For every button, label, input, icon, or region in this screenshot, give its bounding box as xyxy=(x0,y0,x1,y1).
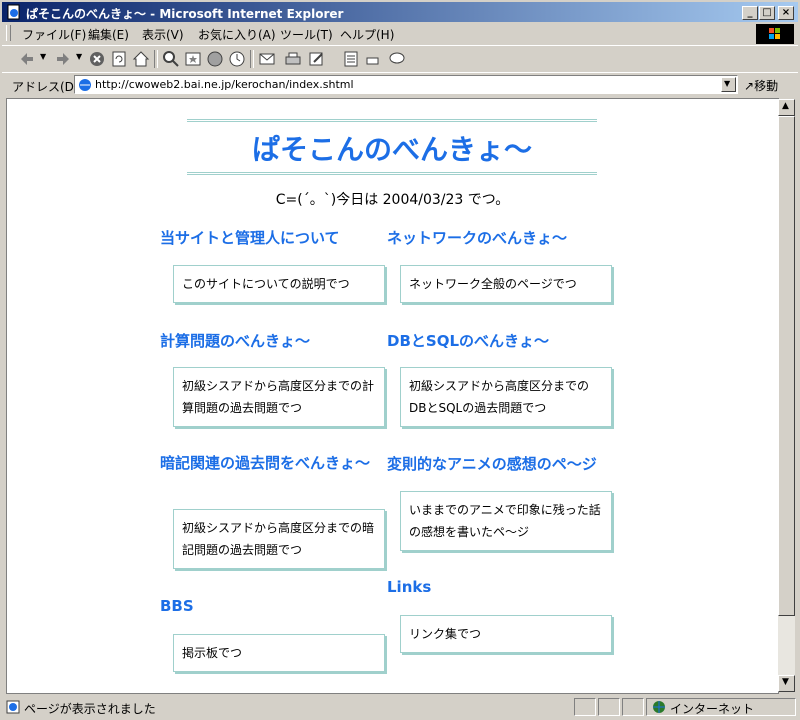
heading-frame: ぱそこんのべんきょ～ xyxy=(187,119,597,175)
close-button[interactable]: × xyxy=(778,6,794,20)
forward-dropdown-icon[interactable]: ▼ xyxy=(76,52,82,61)
chevron-down-icon: ▼ xyxy=(782,677,789,687)
standard-toolbar: ▼ ▼ xyxy=(2,45,798,73)
go-arrow-icon: ↗ xyxy=(744,79,755,93)
media-icon[interactable] xyxy=(206,50,224,68)
ie-window: ぱそこんのべんきょ～ - Microsoft Internet Explorer… xyxy=(0,0,800,720)
menu-help[interactable]: ヘルプ(H) xyxy=(340,26,394,43)
address-input[interactable]: http://cwoweb2.bai.ne.jp/kerochan/index.… xyxy=(74,75,738,94)
maximize-button[interactable]: □ xyxy=(759,6,775,20)
section-title-bbs[interactable]: BBS xyxy=(160,597,194,615)
status-cell xyxy=(574,698,596,716)
research-icon[interactable] xyxy=(364,50,382,68)
address-label: アドレス(D) xyxy=(12,80,79,94)
ie-page-icon xyxy=(7,4,20,20)
address-bar: アドレス(D) http://cwoweb2.bai.ne.jp/kerocha… xyxy=(2,72,798,97)
section-desc-text: 掲示板でつ xyxy=(182,646,243,660)
window-title: ぱそこんのべんきょ～ - Microsoft Internet Explorer xyxy=(26,7,344,21)
favorites-icon[interactable] xyxy=(184,50,202,68)
back-dropdown-icon[interactable]: ▼ xyxy=(40,52,46,61)
scroll-up-button[interactable]: ▲ xyxy=(778,99,795,116)
menu-grip xyxy=(6,25,11,41)
scroll-thumb[interactable] xyxy=(778,116,795,616)
section-desc-text: 初級シスアドから高度区分までのDBとSQLの過去問題でつ xyxy=(409,379,590,415)
menu-tools[interactable]: ツール(T) xyxy=(280,26,333,43)
section-desc-text: 初級シスアドから高度区分までの暗記問題の過去問題でつ xyxy=(182,521,375,557)
discuss-icon[interactable] xyxy=(342,50,360,68)
section-desc-bbs: 掲示板でつ xyxy=(173,634,385,672)
toolbar-separator xyxy=(250,50,254,68)
status-cell xyxy=(622,698,644,716)
section-desc-text: リンク集でつ xyxy=(409,627,482,641)
toolbar-separator xyxy=(154,50,158,68)
section-desc-text: ネットワーク全般のページでつ xyxy=(409,277,577,291)
section-title-db-sql[interactable]: DBとSQLのべんきょ～ xyxy=(387,330,549,351)
zone-label: インターネット xyxy=(670,702,755,716)
address-dropdown-button[interactable]: ▼ xyxy=(721,77,736,92)
section-title-calc[interactable]: 計算問題のべんきょ～ xyxy=(160,330,310,351)
section-title-network[interactable]: ネットワークのべんきょ～ xyxy=(387,227,567,248)
chevron-down-icon: ▼ xyxy=(724,79,731,88)
section-desc-db-sql: 初級シスアドから高度区分までのDBとSQLの過去問題でつ xyxy=(400,367,612,427)
back-icon[interactable] xyxy=(18,50,36,68)
menu-favorites[interactable]: お気に入り(A) xyxy=(198,26,276,43)
refresh-icon[interactable] xyxy=(110,50,128,68)
history-icon[interactable] xyxy=(228,50,246,68)
internet-zone-icon xyxy=(653,701,665,713)
section-desc-text: 初級シスアドから高度区分までの計算問題の過去問題でつ xyxy=(182,379,375,415)
page-title: ぱそこんのべんきょ～ xyxy=(251,133,532,166)
windows-logo-icon xyxy=(756,24,794,44)
menu-edit[interactable]: 編集(E) xyxy=(88,26,129,43)
ie-page-icon xyxy=(79,79,91,91)
menu-bar: ファイル(F) 編集(E) 表示(V) お気に入り(A) ツール(T) ヘルプ(… xyxy=(2,23,798,44)
forward-icon[interactable] xyxy=(54,50,72,68)
section-desc-memorization: 初級シスアドから高度区分までの暗記問題の過去問題でつ xyxy=(173,509,385,569)
section-title-anime[interactable]: 変則的なアニメの感想のペ～ジ xyxy=(387,453,597,474)
date-line: C=(´。`)今日は 2004/03/23 でつ。 xyxy=(275,192,510,208)
section-desc-text: いままでのアニメで印象に残った話の感想を書いたペ～ジ xyxy=(409,503,601,539)
messenger-icon[interactable] xyxy=(388,50,406,68)
page-done-icon xyxy=(6,700,20,714)
go-button[interactable]: ↗移動 xyxy=(744,77,778,94)
section-desc-about: このサイトについての説明でつ xyxy=(173,265,385,303)
section-desc-text: このサイトについての説明でつ xyxy=(182,277,350,291)
address-url: http://cwoweb2.bai.ne.jp/kerochan/index.… xyxy=(95,78,354,91)
menu-file[interactable]: ファイル(F) xyxy=(22,26,86,43)
status-cell xyxy=(598,698,620,716)
mail-icon[interactable] xyxy=(258,50,276,68)
search-icon[interactable] xyxy=(162,50,180,68)
status-bar: ページが表示されました インターネット xyxy=(2,696,798,718)
section-title-links[interactable]: Links xyxy=(387,578,431,596)
menu-view[interactable]: 表示(V) xyxy=(142,26,184,43)
section-title-about[interactable]: 当サイトと管理人について xyxy=(160,227,340,248)
title-bar[interactable]: ぱそこんのべんきょ～ - Microsoft Internet Explorer… xyxy=(2,2,798,22)
chevron-up-icon: ▲ xyxy=(782,101,789,111)
home-icon[interactable] xyxy=(132,50,150,68)
minimize-button[interactable]: _ xyxy=(742,6,758,20)
stop-icon[interactable] xyxy=(88,50,106,68)
section-desc-calc: 初級シスアドから高度区分までの計算問題の過去問題でつ xyxy=(173,367,385,427)
print-icon[interactable] xyxy=(284,50,302,68)
section-desc-network: ネットワーク全般のページでつ xyxy=(400,265,612,303)
section-desc-links: リンク集でつ xyxy=(400,615,612,653)
status-text: ページが表示されました xyxy=(24,702,156,716)
vertical-scrollbar[interactable]: ▲ ▼ xyxy=(778,99,795,692)
go-label: 移動 xyxy=(754,79,779,93)
edit-icon[interactable] xyxy=(308,50,326,68)
section-title-memorization[interactable]: 暗記関連の過去問をべんきょ～ xyxy=(160,453,385,473)
page-viewport: ぱそこんのべんきょ～ C=(´。`)今日は 2004/03/23 でつ。 当サイ… xyxy=(6,98,779,694)
scroll-down-button[interactable]: ▼ xyxy=(778,675,795,692)
section-desc-anime: いままでのアニメで印象に残った話の感想を書いたペ～ジ xyxy=(400,491,612,551)
